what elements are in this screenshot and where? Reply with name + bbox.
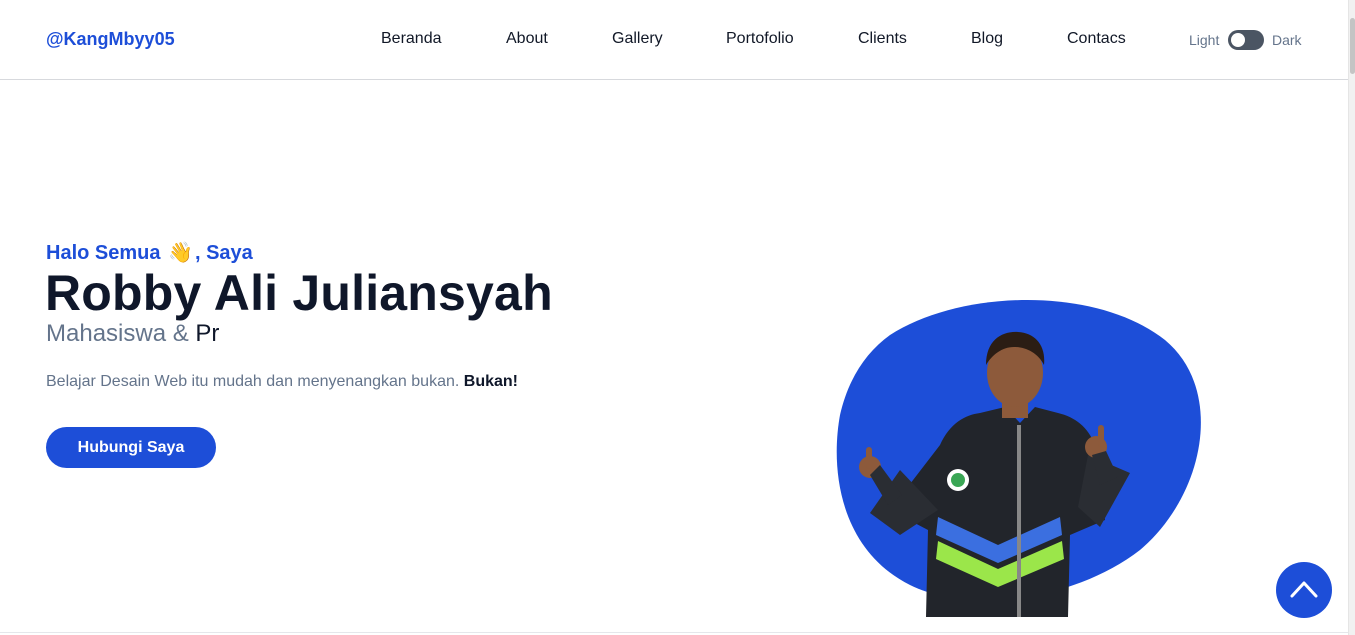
site-header: @KangMbyy05 Beranda About Gallery Portof… (0, 0, 1348, 80)
hero-role: Mahasiswa & Pr (46, 320, 219, 348)
greeting-suffix: , Saya (194, 242, 253, 264)
description-text: Belajar Desain Web itu mudah dan menyena… (46, 373, 460, 390)
back-to-top-button[interactable] (1276, 562, 1332, 618)
nav-gallery[interactable]: Gallery (612, 30, 663, 48)
waving-hand-icon: 👋 (168, 242, 193, 264)
theme-toggle-switch[interactable] (1228, 30, 1264, 50)
role-static: Mahasiswa & (46, 320, 189, 347)
contact-button[interactable]: Hubungi Saya (46, 427, 216, 468)
role-typed-text: Pr (195, 320, 220, 347)
nav-portofolio[interactable]: Portofolio (726, 30, 794, 48)
nav-about[interactable]: About (506, 30, 548, 48)
brand-logo[interactable]: @KangMbyy05 (46, 29, 175, 50)
greeting-text: Halo Semua (46, 242, 161, 264)
theme-dark-label: Dark (1272, 32, 1302, 48)
toggle-knob (1231, 33, 1245, 47)
profile-photo (836, 300, 1201, 617)
hero-name: Robby Ali Juliansyah (45, 265, 553, 321)
nav-beranda[interactable]: Beranda (381, 30, 442, 48)
nav-contacs[interactable]: Contacs (1067, 30, 1126, 48)
nav-blog[interactable]: Blog (971, 30, 1003, 48)
scrollbar[interactable] (1348, 0, 1355, 635)
theme-light-label: Light (1189, 32, 1220, 48)
hero-illustration (830, 295, 1210, 625)
hero-description: Belajar Desain Web itu mudah dan menyena… (46, 373, 518, 391)
chevron-up-icon (1290, 581, 1318, 598)
page: @KangMbyy05 Beranda About Gallery Portof… (0, 0, 1355, 635)
section-divider (0, 632, 1348, 633)
description-bold: Bukan! (463, 373, 518, 390)
scrollbar-thumb[interactable] (1350, 18, 1355, 74)
nav-clients[interactable]: Clients (858, 30, 907, 48)
hero-greeting: Halo Semua 👋, Saya (46, 240, 253, 265)
